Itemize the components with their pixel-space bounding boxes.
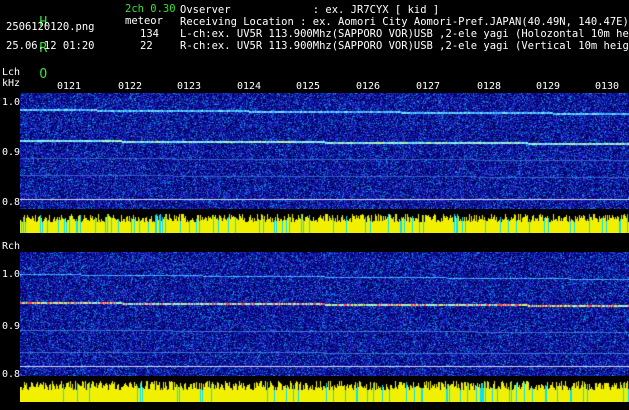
- lch-freq-tick: 0.9: [2, 147, 21, 158]
- time-tick: 0125: [296, 81, 321, 92]
- time-tick: 0122: [118, 81, 143, 92]
- title-letter: O: [39, 67, 48, 82]
- lch-spectrogram: [20, 93, 629, 209]
- lch-label: Lch: [2, 67, 21, 78]
- rch-activity-bars: [20, 376, 629, 402]
- filename: 2506120120.png: [6, 21, 95, 33]
- hrofft-screen: H R O F F T 2ch 0.30 2506120120.png mete…: [0, 0, 629, 410]
- time-tick: 0121: [57, 81, 82, 92]
- rch-freq-tick: 0.8: [2, 369, 21, 380]
- lch-freq-tick: 0.8: [2, 197, 21, 208]
- meteor-label: meteor: [125, 15, 163, 27]
- rch-freq-tick: 1.0: [2, 269, 21, 280]
- lch-freq-tick: 1.0: [2, 97, 21, 108]
- rch-spectrogram: [20, 252, 629, 376]
- time-tick: 0129: [536, 81, 561, 92]
- lch-meteor-count: 134: [140, 28, 159, 40]
- lch-activity-bars: [20, 209, 629, 233]
- time-tick: 0128: [477, 81, 502, 92]
- rch-meteor-count: 22: [140, 40, 153, 52]
- lch-config-line: L-ch:ex. UV5R 113.900Mhz(SAPPORO VOR)USB…: [180, 28, 629, 40]
- rch-config-line: R-ch:ex. UV5R 113.900Mhz(SAPPORO VOR)USB…: [180, 40, 629, 52]
- time-tick: 0127: [416, 81, 441, 92]
- time-tick: 0124: [237, 81, 262, 92]
- time-tick: 0130: [595, 81, 620, 92]
- mode-label: 2ch 0.30: [125, 3, 176, 15]
- rch-label: Rch: [2, 241, 21, 252]
- timestamp: 25.06.12 01:20: [6, 40, 95, 52]
- location-line: Receiving Location : ex. Aomori City Aom…: [180, 16, 629, 28]
- time-tick: 0123: [177, 81, 202, 92]
- time-tick: 0126: [356, 81, 381, 92]
- observer-line: Ovserver : ex. JR7CYX [ kid ]: [180, 4, 440, 16]
- lch-unit-label: kHz: [2, 78, 21, 89]
- rch-freq-tick: 0.9: [2, 321, 21, 332]
